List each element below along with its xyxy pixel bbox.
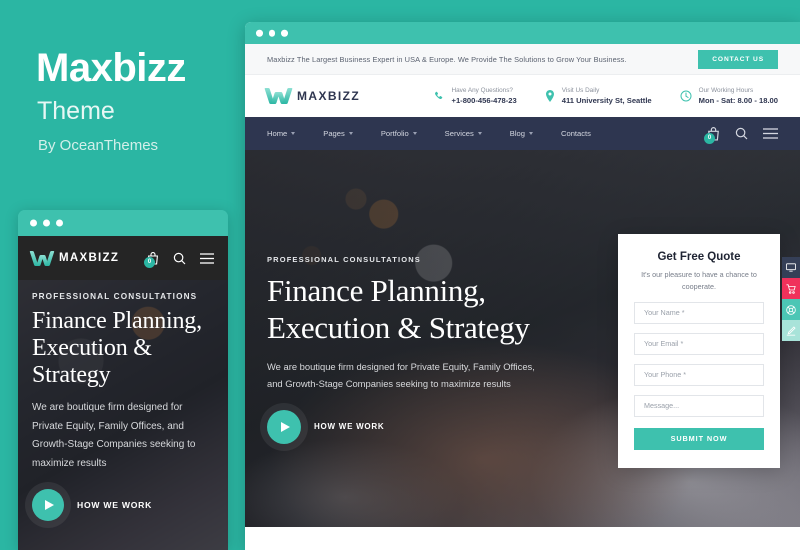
promo-byline: By OceanThemes	[38, 137, 159, 154]
header-info-phone-value: +1-800-456-478-23	[451, 96, 517, 105]
search-icon[interactable]	[735, 127, 748, 140]
hamburger-menu-icon[interactable]	[200, 252, 214, 264]
mobile-hero-heading-line1: Finance Planning,	[32, 308, 202, 334]
nav-item-services-label: Services	[444, 129, 474, 138]
navigation-icons: 0	[704, 126, 778, 144]
nav-item-contacts[interactable]: Contacts	[561, 129, 591, 138]
quote-message-input[interactable]	[634, 394, 764, 417]
map-pin-icon	[545, 90, 555, 102]
site-header: MAXBIZZ Have Any Questions? +1-800-456-4…	[245, 75, 800, 117]
quote-phone-input[interactable]	[634, 363, 764, 386]
header-info-phone-label: Have Any Questions?	[451, 87, 513, 94]
mobile-how-we-work-label: HOW WE WORK	[77, 500, 153, 511]
nav-item-pages[interactable]: Pages	[323, 129, 353, 138]
mobile-logo[interactable]: MAXBIZZ	[29, 250, 120, 266]
header-info-address-value: 411 University St, Seattle	[561, 96, 652, 105]
nav-item-blog-label: Blog	[509, 129, 525, 138]
monitor-icon[interactable]	[782, 257, 800, 278]
mobile-brand-name: MAXBIZZ	[59, 252, 120, 264]
chevron-down-icon	[348, 132, 353, 135]
quote-form-subtitle: It's our pleasure to have a chance to co…	[641, 270, 757, 291]
play-icon[interactable]	[32, 489, 64, 522]
mobile-mockup: MAXBIZZ 0 PROFESSIONAL CONSULTATIONS Fin…	[18, 210, 228, 550]
mobile-site-header: MAXBIZZ 0	[18, 236, 228, 280]
search-icon[interactable]	[173, 252, 186, 265]
cart-icon[interactable]: 0	[144, 251, 159, 268]
hero-paragraph: We are boutique firm designed for Privat…	[267, 360, 535, 390]
promo-subtitle: Theme	[37, 97, 115, 125]
hero-eyebrow: PROFESSIONAL CONSULTATIONS	[267, 255, 421, 264]
how-we-work-button[interactable]: HOW WE WORK	[267, 409, 567, 444]
nav-item-home-label: Home	[267, 129, 288, 138]
browser-mockup: Maxbizz The Largest Business Expert in U…	[245, 22, 800, 550]
nav-item-portfolio[interactable]: Portfolio	[381, 129, 417, 138]
mobile-header-icons: 0	[144, 251, 214, 268]
chevron-down-icon	[529, 132, 533, 135]
main-navigation: Home Pages Portfolio Services Blog Conta…	[245, 117, 800, 150]
mobile-window-dots	[30, 219, 63, 227]
nav-item-services[interactable]: Services	[445, 129, 482, 138]
mobile-hero-paragraph: We are boutique firm designed for Privat…	[32, 402, 196, 469]
promo-title: Maxbizz	[36, 46, 186, 90]
contact-us-button[interactable]: CONTACT US	[698, 49, 778, 69]
header-info-address-label: Visit Us Daily	[561, 87, 600, 94]
chevron-down-icon	[412, 132, 417, 135]
hero-heading-line1: Finance Planning,	[267, 273, 486, 308]
floating-side-buttons	[782, 257, 800, 341]
maxbizz-m-logo-icon	[29, 250, 55, 266]
edit-pencil-icon[interactable]	[782, 320, 800, 341]
lifebuoy-support-icon[interactable]	[782, 299, 800, 320]
hero-content: PROFESSIONAL CONSULTATIONS Finance Plann…	[267, 255, 567, 444]
phone-icon	[434, 91, 445, 102]
chevron-down-icon	[291, 132, 296, 135]
cart-count-badge: 0	[144, 256, 155, 268]
get-free-quote-form: Get Free Quote It's our pleasure to have…	[618, 234, 780, 468]
maxbizz-m-logo-icon	[264, 88, 293, 104]
mobile-hero-heading-line2: Execution &	[32, 335, 152, 362]
mobile-how-we-work[interactable]: HOW WE WORK	[32, 489, 216, 522]
play-icon[interactable]	[267, 409, 301, 444]
hero-heading-line2: Execution & Strategy	[267, 309, 530, 345]
quote-form-title: Get Free Quote	[657, 251, 741, 263]
quote-email-input[interactable]	[634, 332, 764, 355]
mobile-hero-heading: Finance Planning, Execution & Strategy	[32, 308, 216, 389]
nav-item-blog[interactable]: Blog	[510, 129, 533, 138]
header-info-hours-value: Mon - Sat: 8.00 - 18.00	[698, 96, 778, 105]
browser-window-dots	[256, 29, 288, 37]
submit-now-button[interactable]: SUBMIT NOW	[634, 427, 764, 450]
site-brand-name: MAXBIZZ	[297, 89, 361, 103]
header-info-phone: Have Any Questions? +1-800-456-478-23	[434, 87, 517, 105]
site-topbar: Maxbizz The Largest Business Expert in U…	[245, 44, 800, 75]
mobile-hero-heading-line3: Strategy	[32, 362, 111, 389]
header-contact-info: Have Any Questions? +1-800-456-478-23 Vi…	[434, 87, 778, 105]
mobile-hero-content: PROFESSIONAL CONSULTATIONS Finance Plann…	[32, 292, 216, 522]
cart-count-badge: 0	[704, 132, 715, 144]
hero-section: PROFESSIONAL CONSULTATIONS Finance Plann…	[245, 150, 800, 527]
mobile-hero: PROFESSIONAL CONSULTATIONS Finance Plann…	[18, 280, 228, 550]
mobile-hero-eyebrow: PROFESSIONAL CONSULTATIONS	[32, 292, 198, 301]
hero-heading: Finance Planning, Execution & Strategy	[267, 273, 567, 347]
nav-item-contacts-label: Contacts	[561, 129, 591, 138]
mobile-screen: MAXBIZZ 0 PROFESSIONAL CONSULTATIONS Fin…	[18, 236, 228, 550]
cart-icon[interactable]	[782, 278, 800, 299]
header-info-hours: Our Working Hours Mon - Sat: 8.00 - 18.0…	[680, 87, 778, 105]
nav-item-home[interactable]: Home	[267, 129, 296, 138]
nav-item-portfolio-label: Portfolio	[380, 129, 409, 138]
mobile-window-titlebar	[18, 210, 228, 236]
topbar-message: Maxbizz The Largest Business Expert in U…	[267, 54, 627, 64]
clock-icon	[680, 90, 692, 102]
site-logo[interactable]: MAXBIZZ	[264, 88, 361, 104]
header-info-hours-label: Our Working Hours	[698, 87, 754, 94]
cart-icon[interactable]: 0	[704, 126, 720, 144]
quote-name-input[interactable]	[634, 301, 764, 324]
chevron-down-icon	[477, 132, 482, 135]
hamburger-menu-icon[interactable]	[763, 128, 778, 139]
how-we-work-label: HOW WE WORK	[314, 422, 385, 432]
header-info-address: Visit Us Daily 411 University St, Seattl…	[545, 87, 652, 105]
browser-titlebar	[245, 22, 800, 44]
nav-item-pages-label: Pages	[323, 129, 345, 138]
page-footer-whitespace	[245, 527, 800, 550]
